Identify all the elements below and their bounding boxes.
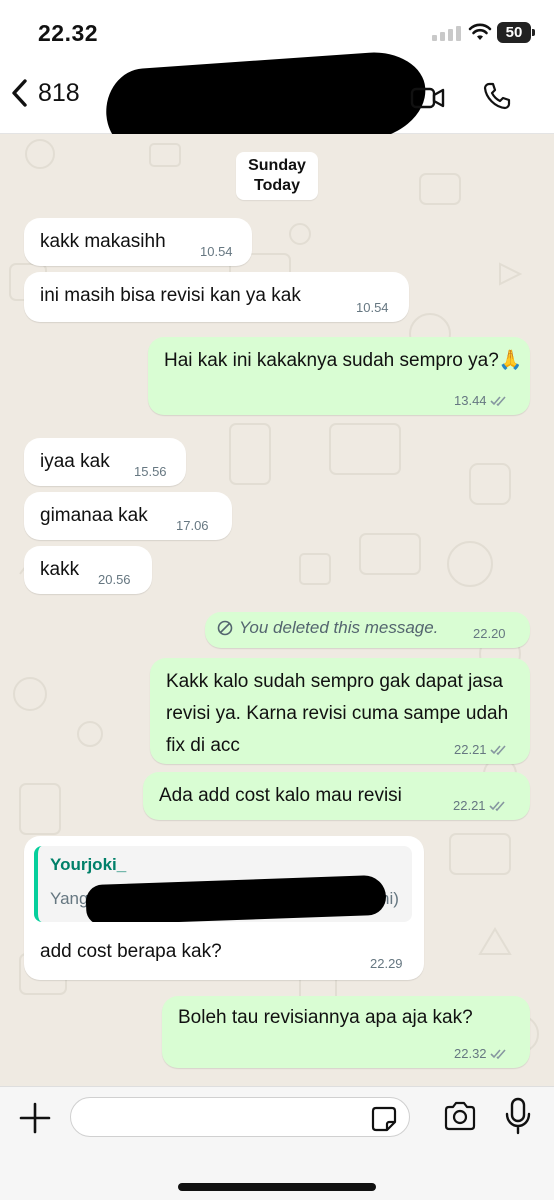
status-bar: 22.32 50 bbox=[0, 0, 554, 66]
incoming-message[interactable]: ini masih bisa revisi kan ya kak 10.54 bbox=[24, 272, 409, 322]
double-check-icon bbox=[489, 396, 506, 407]
chat-area[interactable]: Sunday Today kakk makasihh 10.54 ini mas… bbox=[0, 134, 554, 1086]
quote-author: Yourjoki_ bbox=[50, 855, 127, 874]
message-time: 22.32 bbox=[454, 1046, 508, 1062]
message-text: Ada add cost kalo mau revisi bbox=[159, 785, 402, 806]
plus-icon[interactable] bbox=[18, 1101, 52, 1135]
chat-header: 818 bbox=[0, 48, 554, 160]
double-check-icon bbox=[489, 745, 506, 756]
outgoing-message[interactable]: Ada add cost kalo mau revisi 22.21 bbox=[143, 772, 530, 820]
date-chip-day: Sunday bbox=[248, 157, 306, 174]
message-text: ini masih bisa revisi kan ya kak bbox=[40, 285, 301, 306]
phone-icon[interactable] bbox=[482, 81, 512, 111]
message-text: kakk makasihh bbox=[40, 231, 166, 252]
incoming-message[interactable]: iyaa kak 15.56 bbox=[24, 438, 186, 486]
message-time: 15.56 bbox=[134, 464, 167, 479]
message-time-label: 13.44 bbox=[454, 393, 487, 408]
message-time: 22.29 bbox=[370, 956, 403, 971]
status-time: 22.32 bbox=[38, 20, 99, 46]
incoming-message[interactable]: kakk makasihh 10.54 bbox=[24, 218, 252, 266]
deleted-message[interactable]: You deleted this message. 22.20 bbox=[205, 612, 530, 648]
message-time-label: 22.21 bbox=[454, 742, 487, 757]
wifi-icon bbox=[468, 23, 492, 40]
date-chip: Sunday Today bbox=[236, 152, 318, 200]
message-time-label: 22.32 bbox=[454, 1046, 487, 1061]
unread-count: 818 bbox=[38, 78, 80, 107]
message-time: 10.54 bbox=[200, 244, 233, 259]
video-call-icon[interactable] bbox=[410, 84, 446, 112]
home-indicator bbox=[178, 1183, 376, 1191]
message-time: 22.21 bbox=[454, 742, 508, 758]
deleted-label: You deleted this message. bbox=[239, 618, 439, 637]
message-time: 17.06 bbox=[176, 518, 209, 533]
double-check-icon bbox=[488, 801, 505, 812]
sticker-icon[interactable] bbox=[370, 1105, 398, 1133]
message-time: 22.20 bbox=[473, 626, 506, 641]
message-time: 13.44 bbox=[454, 393, 508, 409]
message-text: iyaa kak bbox=[40, 451, 110, 472]
deleted-message-text: You deleted this message. bbox=[217, 618, 438, 638]
mic-icon[interactable] bbox=[504, 1097, 532, 1135]
message-input[interactable] bbox=[70, 1097, 410, 1137]
message-time: 22.21 bbox=[453, 798, 507, 814]
redacted-quote-text bbox=[85, 874, 387, 922]
message-time: 20.56 bbox=[98, 572, 131, 587]
message-text: Boleh tau revisiannya apa aja kak? bbox=[178, 1007, 473, 1028]
incoming-message[interactable]: kakk 20.56 bbox=[24, 546, 152, 594]
outgoing-message[interactable]: Kakk kalo sudah sempro gak dapat jasa re… bbox=[150, 658, 530, 764]
back-chevron-icon bbox=[12, 79, 27, 107]
deleted-icon bbox=[217, 620, 233, 636]
message-time: 10.54 bbox=[356, 300, 389, 315]
battery-indicator: 50 bbox=[497, 22, 535, 43]
back-button[interactable]: 818 bbox=[10, 78, 80, 108]
double-check-icon bbox=[489, 1049, 506, 1060]
camera-icon[interactable] bbox=[443, 1101, 477, 1131]
outgoing-message[interactable]: Boleh tau revisiannya apa aja kak? 22.32 bbox=[162, 996, 530, 1068]
message-text: gimanaa kak bbox=[40, 505, 148, 526]
quote-text-start: Yang bbox=[50, 889, 89, 908]
signal-icon bbox=[432, 26, 461, 41]
message-text: kakk bbox=[40, 559, 80, 580]
message-text: add cost berapa kak? bbox=[40, 941, 222, 962]
incoming-reply-message[interactable]: Yourjoki_ Yang ni) add cost berapa kak? … bbox=[24, 836, 424, 980]
composer-bar bbox=[0, 1086, 554, 1200]
message-time-label: 22.21 bbox=[453, 798, 486, 813]
date-chip-today: Today bbox=[254, 177, 300, 194]
outgoing-message[interactable]: Hai kak ini kakaknya sudah sempro ya?🙏 1… bbox=[148, 337, 530, 415]
quoted-message[interactable]: Yourjoki_ Yang ni) bbox=[34, 846, 412, 922]
message-text: Hai kak ini kakaknya sudah sempro ya?🙏 bbox=[164, 350, 523, 371]
incoming-message[interactable]: gimanaa kak 17.06 bbox=[24, 492, 232, 540]
